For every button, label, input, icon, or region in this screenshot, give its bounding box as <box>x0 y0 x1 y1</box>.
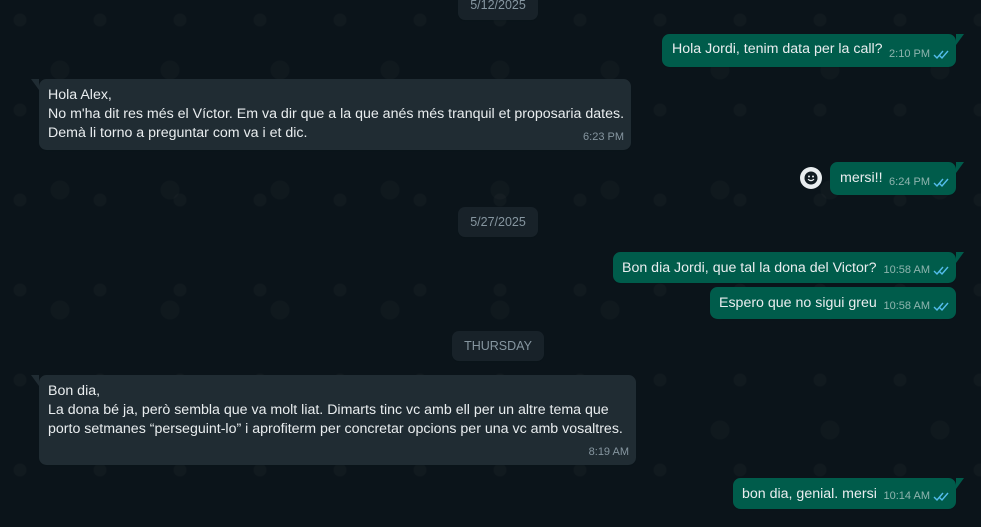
message-outgoing[interactable]: bon dia, genial. mersi 10:14 AM <box>733 478 964 509</box>
bubble-tail <box>31 79 39 90</box>
message-outgoing[interactable]: Hola Jordi, tenim data per la call? 2:10… <box>662 34 964 67</box>
date-label: THURSDAY <box>464 339 532 353</box>
message-text: Hola Alex, No m'ha dit res més el Víctor… <box>48 87 625 141</box>
emoji-smile-icon[interactable] <box>800 167 822 189</box>
bubble-tail <box>956 162 964 173</box>
date-separator: 5/12/2025 <box>458 0 538 20</box>
message-outgoing[interactable]: mersi!! 6:24 PM <box>830 162 964 195</box>
message-meta: 10:58 AM <box>884 297 949 316</box>
message-incoming[interactable]: Bon dia, La dona bé ja, però sembla que … <box>31 375 636 465</box>
double-check-icon <box>933 50 949 60</box>
message-text: Bon dia, La dona bé ja, però sembla que … <box>48 383 623 437</box>
chat-panel: 5/12/2025 Hola Jordi, tenim data per la … <box>0 0 981 527</box>
message-time: 10:14 AM <box>883 490 930 502</box>
bubble-tail <box>956 478 964 489</box>
message-time: 6:23 PM <box>583 131 624 143</box>
message-meta: 10:58 AM <box>884 261 949 280</box>
date-separator: THURSDAY <box>452 331 544 361</box>
double-check-icon <box>933 302 949 312</box>
date-label: 5/12/2025 <box>470 0 526 12</box>
message-text: bon dia, genial. mersi <box>742 486 877 502</box>
message-text: Espero que no sigui greu <box>719 295 877 311</box>
double-check-icon <box>933 178 949 188</box>
message-time: 8:19 AM <box>588 446 629 458</box>
message-outgoing[interactable]: Bon dia Jordi, que tal la dona del Victo… <box>613 252 964 283</box>
message-time: 6:24 PM <box>889 176 930 188</box>
bubble-tail <box>31 375 39 386</box>
date-label: 5/27/2025 <box>470 215 526 229</box>
message-meta: 6:23 PM <box>583 128 624 147</box>
message-meta: 8:19 AM <box>589 443 629 462</box>
bubble-tail <box>956 252 964 263</box>
message-meta: 6:24 PM <box>889 173 949 192</box>
bubble-tail <box>956 34 964 45</box>
message-text: mersi!! <box>840 170 883 186</box>
message-time: 10:58 AM <box>883 264 930 276</box>
message-text: Bon dia Jordi, que tal la dona del Victo… <box>622 260 877 276</box>
message-time: 2:10 PM <box>889 48 930 60</box>
message-meta: 2:10 PM <box>889 45 949 64</box>
message-text: Hola Jordi, tenim data per la call? <box>672 41 883 57</box>
date-separator: 5/27/2025 <box>458 207 538 237</box>
message-outgoing[interactable]: Espero que no sigui greu 10:58 AM <box>710 287 956 319</box>
message-meta: 10:14 AM <box>884 487 949 506</box>
message-time: 10:58 AM <box>883 300 930 312</box>
double-check-icon <box>933 266 949 276</box>
message-incoming[interactable]: Hola Alex, No m'ha dit res més el Víctor… <box>31 79 631 150</box>
smile-face-glyph <box>804 171 818 185</box>
double-check-icon <box>933 492 949 502</box>
